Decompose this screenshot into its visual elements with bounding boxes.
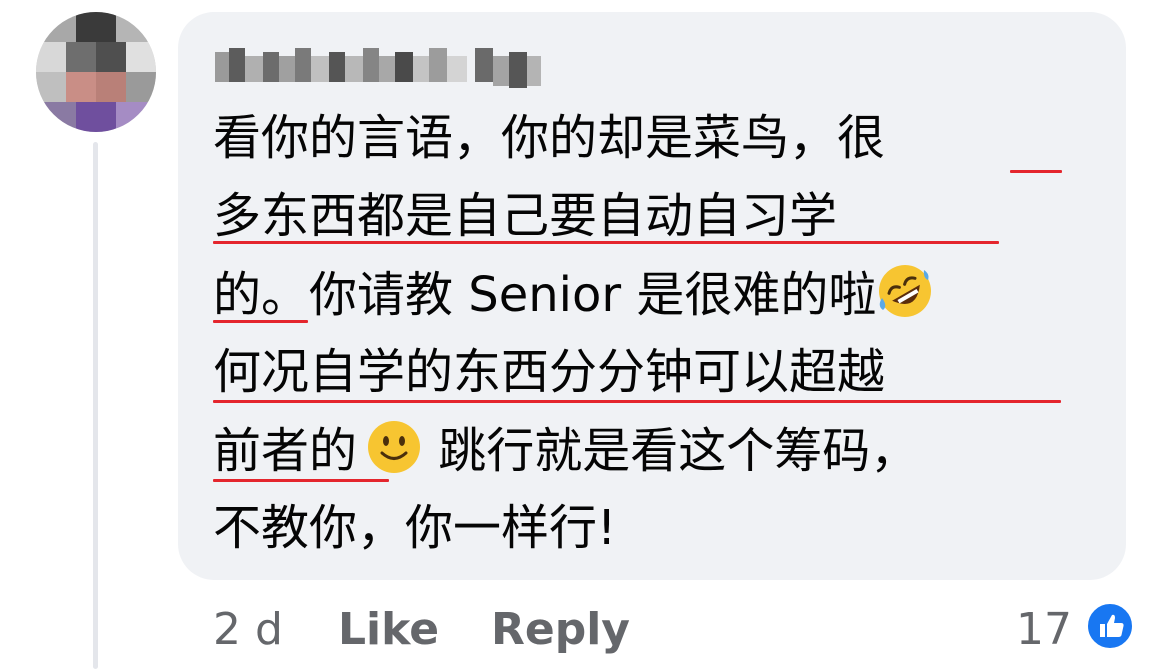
underline-5: [213, 479, 389, 482]
slightly-smiling-emoji-icon: [365, 418, 423, 476]
comment-line-2: 多东西都是自己要自动自习学: [213, 188, 838, 244]
underline-1: [1010, 170, 1062, 173]
underline-4: [213, 400, 1061, 403]
comment-line-3-text: 的。你请教 Senior 是很难的啦: [213, 267, 877, 323]
comment-line-5-text-b: 跳行就是看这个筹码，: [423, 423, 919, 479]
underline-3: [213, 320, 308, 323]
comment-line-4: 何况自学的东西分分钟可以超越: [213, 344, 886, 400]
comment-line-1: 看你的言语，你的却是菜鸟，很: [213, 110, 886, 166]
comment-line-3: 的。你请教 Senior 是很难的啦: [213, 262, 934, 326]
comment-line-5: 前者的 跳行就是看这个筹码，: [213, 418, 918, 482]
avatar[interactable]: [36, 12, 156, 132]
reply-button[interactable]: Reply: [491, 598, 630, 662]
thread-line: [93, 142, 98, 669]
comment-line-6: 不教你，你一样行!: [213, 500, 617, 556]
underline-2: [213, 241, 999, 244]
author-name[interactable]: [215, 42, 541, 88]
like-button[interactable]: Like: [338, 598, 439, 662]
rofl-emoji-icon: [876, 262, 934, 320]
comment-line-5-text-a: 前者的: [213, 423, 358, 479]
comment-timestamp[interactable]: 2 d: [213, 598, 283, 662]
reaction-count[interactable]: 17: [1016, 598, 1072, 662]
thumbs-up-icon[interactable]: [1085, 601, 1135, 651]
